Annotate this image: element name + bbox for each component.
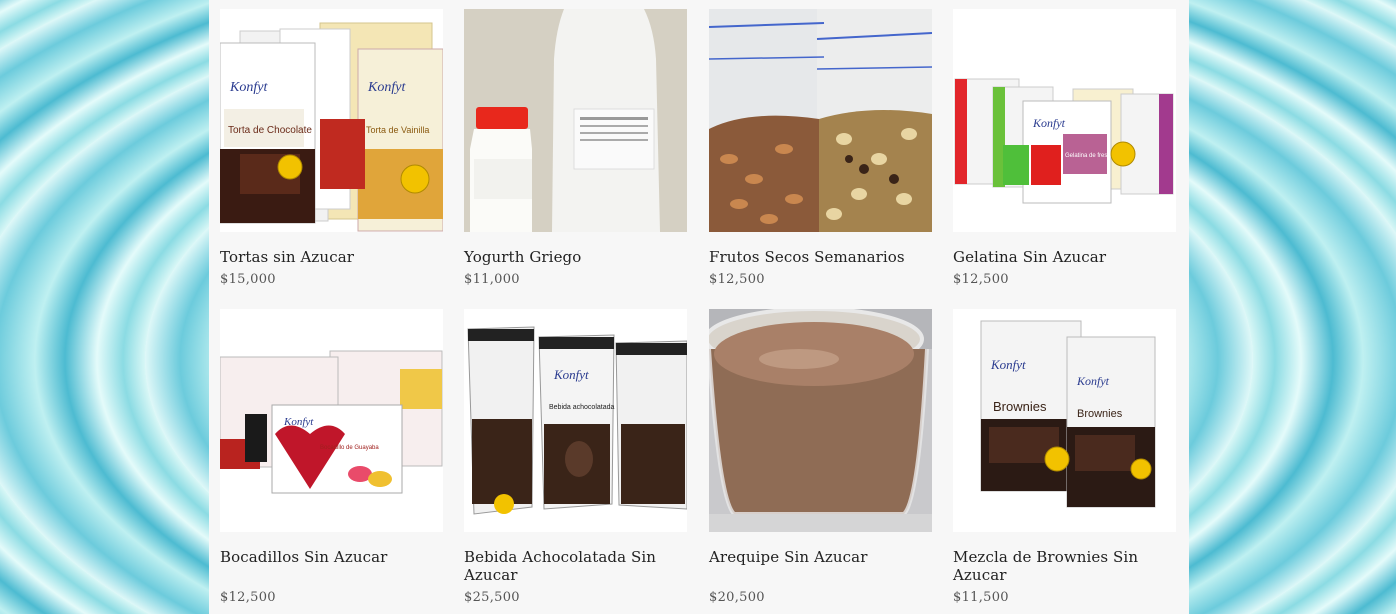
product-price: $12,500: [220, 590, 276, 605]
product-card[interactable]: Frutos Secos Semanarios $12,500: [709, 9, 933, 287]
product-image[interactable]: Konfyt Konfyt Torta de Chocolate Torta d…: [220, 9, 443, 232]
product-card[interactable]: Konfyt Bocadillo de Guayaba Bocadillos S…: [220, 309, 444, 605]
product-image[interactable]: [709, 309, 932, 532]
product-card[interactable]: Konfyt Gelatina de fresa Gelatina Sin Az…: [953, 9, 1177, 287]
brand-logo-text: Konfyt: [990, 357, 1026, 372]
product-name[interactable]: Tortas sin Azucar: [220, 248, 444, 266]
product-image[interactable]: Konfyt Bocadillo de Guayaba: [220, 309, 443, 532]
product-image[interactable]: Konfyt Bebida achocolatada: [464, 309, 687, 532]
product-card[interactable]: Konfyt Konfyt Brownies Brownies Mezcla d…: [953, 309, 1177, 605]
product-image[interactable]: [709, 9, 932, 232]
product-name[interactable]: Bocadillos Sin Azucar: [220, 548, 444, 566]
product-price: $12,500: [709, 272, 765, 287]
product-card[interactable]: Konfyt Konfyt Torta de Chocolate Torta d…: [220, 9, 444, 287]
brand-logo-text: Konfyt: [283, 416, 314, 428]
product-card[interactable]: Konfyt Bebida achocolatada Bebida Achoco…: [464, 309, 688, 605]
product-price: $11,000: [464, 272, 520, 287]
product-name[interactable]: Mezcla de Brownies Sin Azucar: [953, 548, 1177, 584]
box-label: Bebida achocolatada: [549, 404, 614, 411]
brand-logo-text: Konfyt: [1076, 374, 1110, 388]
product-name[interactable]: Frutos Secos Semanarios: [709, 248, 933, 266]
box-label: Bocadillo de Guayaba: [320, 445, 379, 451]
box-label: Brownies: [993, 399, 1047, 414]
product-price: $11,500: [953, 590, 1009, 605]
product-card[interactable]: Yogurth Griego $11,000: [464, 9, 688, 287]
brand-logo-text: Konfyt: [1032, 116, 1066, 130]
product-image[interactable]: [464, 9, 687, 232]
product-image[interactable]: Konfyt Gelatina de fresa: [953, 9, 1176, 232]
product-card[interactable]: Arequipe Sin Azucar $20,500: [709, 309, 933, 605]
product-price: $25,500: [464, 590, 520, 605]
background-water-right: [1188, 0, 1396, 614]
product-image[interactable]: Konfyt Konfyt Brownies Brownies: [953, 309, 1176, 532]
product-price: $15,000: [220, 272, 276, 287]
product-grid-panel: Konfyt Konfyt Torta de Chocolate Torta d…: [209, 0, 1189, 614]
brand-logo-text: Konfyt: [367, 80, 406, 95]
product-name[interactable]: Arequipe Sin Azucar: [709, 548, 933, 566]
product-name[interactable]: Yogurth Griego: [464, 248, 688, 266]
box-label: Torta de Vainilla: [366, 125, 429, 135]
background-water-left: [0, 0, 210, 614]
product-name[interactable]: Bebida Achocolatada Sin Azucar: [464, 548, 688, 584]
box-label: Torta de Chocolate: [228, 125, 312, 136]
product-name[interactable]: Gelatina Sin Azucar: [953, 248, 1177, 266]
brand-logo-text: Konfyt: [553, 367, 589, 382]
product-price: $12,500: [953, 272, 1009, 287]
box-label: Gelatina de fresa: [1065, 153, 1111, 159]
box-label: Brownies: [1077, 408, 1123, 420]
product-price: $20,500: [709, 590, 765, 605]
brand-logo-text: Konfyt: [229, 80, 268, 95]
